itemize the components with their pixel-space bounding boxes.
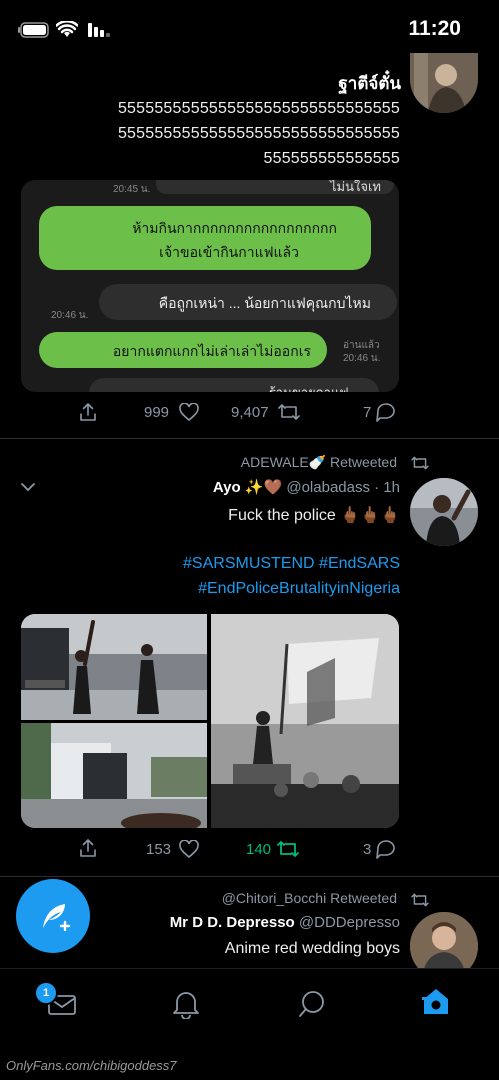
compose-tweet-button[interactable] xyxy=(16,879,90,953)
tweet-author-line: Mr D D. Depresso @DDDepresso xyxy=(170,914,400,931)
reply-icon[interactable] xyxy=(375,402,397,422)
share-icon[interactable] xyxy=(78,838,98,858)
hashtag-link[interactable]: #SARSMUSTEND #EndSARS xyxy=(183,555,400,573)
tweet-media-grid[interactable] xyxy=(21,614,399,828)
home-icon xyxy=(420,985,452,1017)
retweet-icon[interactable] xyxy=(276,839,300,859)
like-icon[interactable] xyxy=(179,403,199,421)
tweet-media-image[interactable] xyxy=(21,614,207,720)
search-icon xyxy=(298,989,326,1019)
chat-time: 20:46 น. xyxy=(51,310,89,321)
tweet-text: 5555555555555555555555555555555 55555555… xyxy=(118,96,400,171)
like-count: 999 xyxy=(144,404,170,421)
tweet-handle[interactable]: @olabadass · 1h xyxy=(286,479,400,496)
chat-bubble-text: คือถูกเหน่า ... น้อยกาแฟคุณกบไหม xyxy=(158,295,371,311)
tweet-media-image[interactable] xyxy=(21,723,207,828)
divider xyxy=(0,438,499,439)
retweet-count: 140 xyxy=(246,841,272,858)
messages-badge-count: 1 xyxy=(42,987,50,999)
avatar[interactable] xyxy=(410,478,478,546)
retweet-count: 9,407 xyxy=(231,404,269,421)
retweet-label-icon xyxy=(410,455,430,471)
feather-plus-icon xyxy=(35,898,71,934)
caret-down-icon[interactable] xyxy=(20,482,36,492)
tweet-text: Anime red wedding boys xyxy=(224,940,400,957)
battery-icon xyxy=(18,22,50,38)
tweet-author-name[interactable]: Mr D D. Depresso xyxy=(170,914,295,931)
chat-bubble-text: ไม่นใจเท xyxy=(330,180,381,194)
avatar[interactable] xyxy=(410,53,478,113)
signal-icon xyxy=(88,22,110,38)
retweeted-by-label[interactable]: ADEWALE🍼 Retweeted xyxy=(241,454,397,471)
bell-icon xyxy=(172,989,200,1019)
tweet-author-name[interactable]: ฐาตีจ์ตั๋น xyxy=(338,70,401,97)
chat-time: 20:46 น. xyxy=(343,353,381,364)
tweet-text: Fuck the police 🖕🏾🖕🏾🖕🏾 xyxy=(228,507,400,524)
retweeted-by-label[interactable]: @Chitori_Bocchi Retweeted xyxy=(222,890,397,906)
retweet-icon[interactable] xyxy=(277,402,301,422)
tweet-handle[interactable]: @DDDepresso xyxy=(299,914,400,931)
status-bar: 11:20 xyxy=(0,0,499,60)
tab-home[interactable] xyxy=(420,985,452,1017)
tweet-media-image[interactable]: ไม่นใจเท 20:45 น. ห้ามกินกากกกกกกกกกกกกก… xyxy=(21,180,399,392)
like-icon[interactable] xyxy=(179,840,199,858)
tab-search[interactable] xyxy=(298,989,326,1019)
chat-bubble-text: ร้านขายกาแฟ ... xyxy=(269,382,363,392)
reply-icon[interactable] xyxy=(375,839,397,859)
share-icon[interactable] xyxy=(78,402,98,422)
chat-time: 20:45 น. xyxy=(113,184,151,195)
tweet-text-line: 5555555555555555555555555555555 xyxy=(117,125,400,142)
reply-count: 3 xyxy=(363,841,372,858)
status-time: 11:20 xyxy=(408,17,461,40)
tab-messages[interactable]: 1 xyxy=(34,981,78,1017)
watermark-text: OnlyFans.com/chibigoddess7 xyxy=(6,1058,177,1073)
tab-notifications[interactable] xyxy=(172,989,200,1019)
chat-bubble-text: ห้ามกินกากกกกกกกกกกกกกกกกก xyxy=(132,220,337,236)
hashtag-link[interactable]: #EndPoliceBrutalityinNigeria xyxy=(198,580,400,598)
tab-bar: 1 xyxy=(0,968,499,1039)
divider xyxy=(0,876,499,877)
tweet-author-line: Ayo ✨🤎 @olabadass · 1h xyxy=(213,478,400,496)
chat-bubble-text: เจ้าขอเข้ากินกาแฟแล้ว xyxy=(159,244,299,260)
messages-badge: 1 xyxy=(34,981,58,1005)
reply-count: 7 xyxy=(363,404,372,421)
like-count: 153 xyxy=(146,841,172,858)
wifi-icon xyxy=(56,21,78,39)
tweet-media-image[interactable] xyxy=(211,614,399,828)
retweet-label-icon xyxy=(410,892,430,908)
chat-bubble-text: อยากแตกแกกไม่เล่าเล่าไม่ออกเร xyxy=(112,343,311,359)
tweet-text-line: 555555555555555 xyxy=(263,150,400,167)
tweet-author-name[interactable]: Ayo ✨🤎 xyxy=(213,479,282,496)
tweet-text-line: 5555555555555555555555555555555 xyxy=(117,100,400,117)
